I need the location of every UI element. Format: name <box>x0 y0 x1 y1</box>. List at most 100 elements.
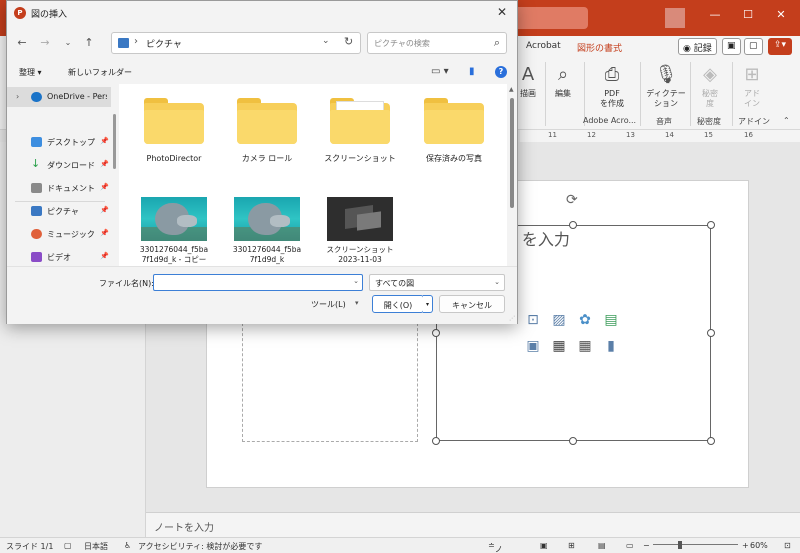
slideshow-icon[interactable]: ▭ <box>626 541 634 550</box>
video-icon[interactable]: ▦ <box>550 338 568 354</box>
pin-icon: 📌 <box>100 137 109 145</box>
breadcrumb-pictures[interactable]: ピクチャ <box>146 37 182 50</box>
folder-item[interactable]: 保存済みの写真 <box>409 98 499 164</box>
spellcheck-icon[interactable]: ▢ <box>64 541 72 550</box>
folder-item[interactable]: カメラ ロール <box>222 98 312 164</box>
ribbon-draw[interactable]: A 描画 <box>514 64 542 99</box>
zoom-in-icon[interactable]: + <box>742 541 749 550</box>
avatar[interactable] <box>665 8 685 28</box>
sidebar-item-pictures[interactable]: ピクチャ 📌 <box>7 201 111 221</box>
filename-input[interactable] <box>158 276 348 289</box>
search-input[interactable] <box>374 36 484 51</box>
sidebar-item-documents[interactable]: ドキュメント 📌 <box>7 178 111 198</box>
zoom-level[interactable]: 60% <box>750 541 768 550</box>
search-icon[interactable]: ⌕ <box>494 36 500 50</box>
comments-icon[interactable]: ▢ <box>744 38 763 55</box>
present-icon[interactable]: ▣ <box>722 38 741 55</box>
address-dropdown-icon[interactable]: ⌄ <box>322 36 330 46</box>
resize-handle[interactable] <box>707 329 715 337</box>
resize-handle[interactable] <box>432 329 440 337</box>
folder-item[interactable]: スクリーンショット <box>315 98 405 164</box>
ribbon-dictation[interactable]: 🎙 ディクテー ション <box>644 64 688 109</box>
rotate-handle-icon[interactable]: ⟳ <box>566 192 578 208</box>
zoom-out-icon[interactable]: − <box>643 541 650 550</box>
sidebar-item-downloads[interactable]: ↓ ダウンロード 📌 <box>7 155 111 175</box>
up-folder-icon[interactable]: ↑ <box>82 36 96 49</box>
image-file-item[interactable]: スクリーンショット 2023-11-03 <box>315 197 405 265</box>
resize-handle[interactable] <box>569 437 577 445</box>
resize-handle[interactable] <box>707 221 715 229</box>
scrollbar-thumb[interactable] <box>113 114 116 169</box>
ribbon-sensitivity[interactable]: ◈ 秘密 度 <box>694 64 726 109</box>
notes-toggle[interactable]: ≐ ノート <box>488 541 503 553</box>
image-file-item[interactable]: 3301276044_f5ba 7f1d9d_k <box>222 197 312 265</box>
normal-view-icon[interactable]: ▣ <box>540 541 548 550</box>
preview-pane-icon[interactable]: ▮ <box>469 66 475 77</box>
resize-grip-icon[interactable]: ⋰ <box>509 315 515 322</box>
tab-acrobat[interactable]: Acrobat <box>526 41 561 51</box>
file-list-scrollbar[interactable]: ▲ <box>507 84 517 266</box>
smartart-icon[interactable]: ▤ <box>602 312 620 328</box>
powerpoint-search-box[interactable] <box>508 7 588 29</box>
record-button[interactable]: ◉ 記録 <box>678 38 717 55</box>
minimize-icon[interactable]: — <box>705 8 725 21</box>
open-button[interactable]: 開く(O) <box>372 295 424 313</box>
forward-icon[interactable]: → <box>38 36 52 49</box>
share-button[interactable]: ⇪▾ <box>768 38 792 55</box>
filename-combobox[interactable]: ⌄ <box>153 274 363 291</box>
accessibility-status[interactable]: アクセシビリティ: 検討が必要です <box>138 541 262 552</box>
resize-handle[interactable] <box>569 221 577 229</box>
zoom-slider[interactable] <box>653 544 738 545</box>
ribbon-create-pdf[interactable]: ⎙ PDF を作成 <box>592 64 632 109</box>
fit-slide-icon[interactable]: ⊡ <box>784 541 791 550</box>
picture-icon[interactable]: ▨ <box>550 312 568 328</box>
search-box[interactable]: ⌕ <box>367 32 507 54</box>
tab-shape-format[interactable]: 図形の書式 <box>577 41 622 54</box>
address-bar[interactable]: › ピクチャ ⌄ ↻ <box>111 32 361 54</box>
resize-handle[interactable] <box>432 437 440 445</box>
recent-locations-icon[interactable]: ⌄ <box>61 38 75 47</box>
breadcrumb-separator-icon[interactable]: › <box>134 36 138 47</box>
folder-item[interactable]: PhotoDirector <box>129 98 219 164</box>
table-icon[interactable]: ▦ <box>576 338 594 354</box>
new-folder-button[interactable]: 新しいフォルダー <box>68 67 132 78</box>
chart-icon[interactable]: ▮ <box>602 338 620 354</box>
close-icon[interactable]: ✕ <box>495 5 509 19</box>
chevron-right-icon[interactable]: › <box>16 92 19 101</box>
organize-button[interactable]: 整理 ▾ <box>19 67 42 78</box>
ribbon-edit[interactable]: ⌕ 編集 <box>548 64 578 99</box>
icons-icon[interactable]: ✿ <box>576 312 594 328</box>
close-icon[interactable]: ✕ <box>771 8 791 21</box>
image-file-item[interactable]: 3301276044_f5ba 7f1d9d_k - コピー <box>129 197 219 265</box>
zoom-slider-knob[interactable] <box>678 541 682 549</box>
view-options-icon[interactable]: ▭ ▾ <box>431 66 449 77</box>
refresh-icon[interactable]: ↻ <box>344 35 353 48</box>
scrollbar-thumb[interactable] <box>510 98 514 208</box>
stock-images-icon[interactable]: ⊡ <box>524 312 542 328</box>
scroll-up-icon[interactable]: ▲ <box>509 86 514 93</box>
chevron-down-icon[interactable]: ⌄ <box>353 277 359 285</box>
notes-pane[interactable]: ノートを入力 <box>146 512 800 537</box>
language-status[interactable]: 日本語 <box>84 541 108 552</box>
sidebar-item-onedrive[interactable]: › OneDrive - Perso <box>7 87 111 107</box>
slide-sorter-icon[interactable]: ⊞ <box>568 541 575 550</box>
open-dropdown-icon[interactable]: ▾ <box>423 295 433 313</box>
collapse-ribbon-icon[interactable]: ⌃ <box>783 116 790 125</box>
sidebar-item-desktop[interactable]: デスクトップ 📌 <box>7 132 111 152</box>
reading-view-icon[interactable]: ▤ <box>598 541 606 550</box>
maximize-icon[interactable]: ☐ <box>738 8 758 21</box>
resize-handle[interactable] <box>707 437 715 445</box>
back-icon[interactable]: ← <box>15 36 29 49</box>
powerpoint-app-icon: P <box>14 7 26 19</box>
sidebar-item-music[interactable]: ミュージック 📌 <box>7 224 111 244</box>
cancel-button[interactable]: キャンセル <box>439 295 505 313</box>
tools-dropdown-icon[interactable]: ▾ <box>355 299 359 307</box>
tools-button[interactable]: ツール(L) <box>311 299 346 310</box>
ribbon-addins[interactable]: ⊞ アド イン <box>738 64 766 109</box>
placeholder-box[interactable] <box>242 318 418 442</box>
file-type-select[interactable]: すべての図 ⌄ <box>369 274 505 291</box>
help-icon[interactable]: ? <box>495 66 507 78</box>
navigation-scrollbar[interactable] <box>111 84 119 266</box>
sidebar-item-videos[interactable]: ビデオ 📌 <box>7 247 111 267</box>
cameo-icon[interactable]: ▣ <box>524 338 542 354</box>
